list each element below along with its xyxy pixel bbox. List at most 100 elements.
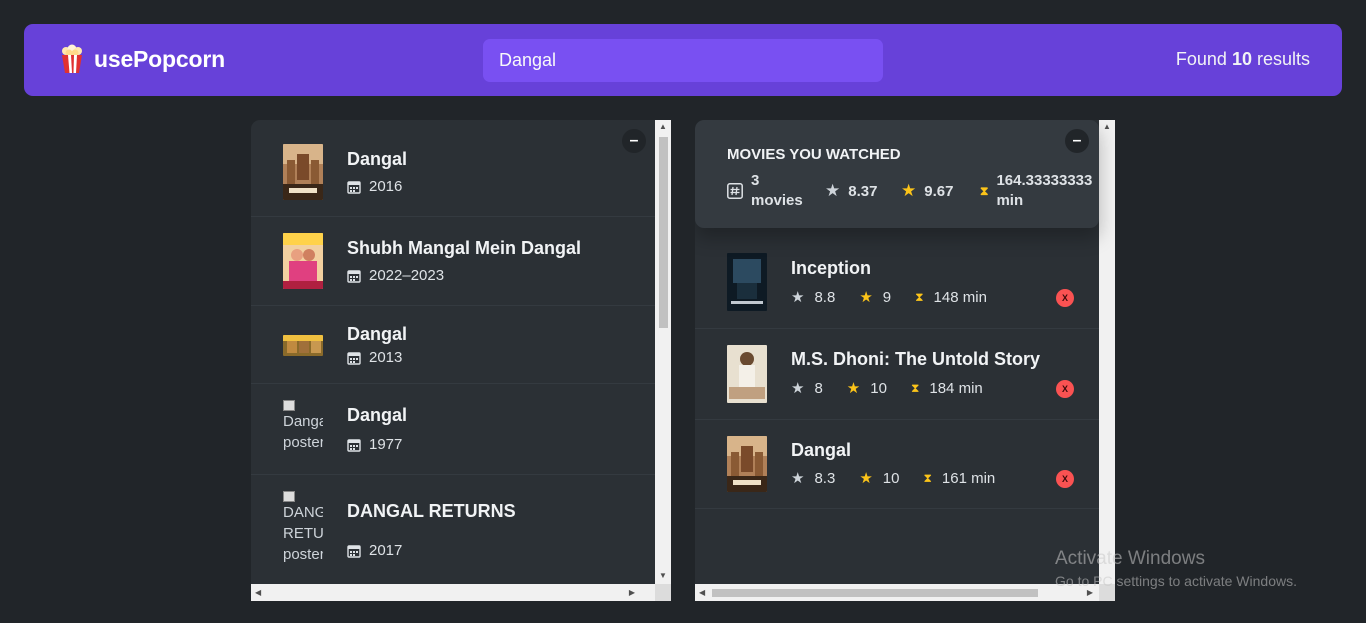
movie-poster-broken: Dangal poster <box>283 400 323 453</box>
movie-year-text: 2016 <box>369 178 403 195</box>
calendar-icon <box>347 438 361 452</box>
summary-count-value: 3 <box>751 172 760 189</box>
watched-item[interactable]: M.S. Dhoni: The Untold Story ★ 8 ★ 10 ⧗ 184… <box>695 329 1099 420</box>
imdb-rating: 8 <box>814 379 823 397</box>
movie-year: 2022–2023 <box>347 267 444 284</box>
vertical-scrollbar[interactable]: ▲ <box>1099 120 1115 584</box>
watched-stats: ★ 8.3 ★ 10 ⧗ 161 min <box>791 469 1019 488</box>
summary-user-rating: ★ 9.67 <box>901 181 953 201</box>
summary-imdb-value: 8.37 <box>848 182 878 200</box>
scrollbar-thumb[interactable] <box>659 137 668 328</box>
search-input[interactable] <box>483 39 883 82</box>
movie-title: Shubh Mangal Mein Dangal <box>347 238 582 258</box>
scroll-down-arrow-icon[interactable]: ▼ <box>659 572 667 580</box>
movie-title: Dangal <box>347 324 408 344</box>
vertical-scrollbar[interactable]: ▲ ▼ <box>655 120 671 584</box>
summary-user-value: 9.67 <box>924 182 954 200</box>
scrollbar-corner <box>655 584 671 601</box>
delete-button[interactable]: X <box>1056 289 1074 307</box>
list-item[interactable]: Dangal 2013 <box>251 306 655 384</box>
poster-alt-text: poster <box>283 546 323 563</box>
scroll-right-arrow-icon[interactable]: ▶ <box>629 589 635 597</box>
summary-heading: Movies you watched <box>727 146 901 163</box>
list-item[interactable]: Shubh Mangal Mein Dangal 2022–2023 <box>251 217 655 306</box>
glowing-star-icon: ★ <box>901 181 917 200</box>
user-rating: 10 <box>870 379 887 397</box>
results-count: Found 10 results <box>1176 49 1310 70</box>
poster-alt-text: RETURNS <box>283 525 323 542</box>
calendar-icon <box>347 180 361 194</box>
runtime: 148 min <box>933 288 987 306</box>
hourglass-icon: ⧗ <box>923 470 932 485</box>
movie-poster <box>283 233 323 289</box>
movie-year: 2013 <box>347 349 402 366</box>
watched-item[interactable]: Dangal ★ 8.3 ★ 10 ⧗ 161 min X <box>695 420 1099 509</box>
watched-stats: ★ 8.8 ★ 9 ⧗ 148 min <box>791 288 1011 307</box>
movie-year-text: 2017 <box>369 542 403 559</box>
broken-image-icon <box>283 491 295 502</box>
movie-poster-broken: DANGAL RETURNS poster <box>283 491 323 565</box>
watched-title: M.S. Dhoni: The Untold Story <box>791 349 1040 369</box>
list-item[interactable]: DANGAL RETURNS poster DANGAL RETURNS 201… <box>251 475 655 585</box>
calendar-icon <box>347 351 361 365</box>
scroll-up-arrow-icon[interactable]: ▲ <box>659 123 667 131</box>
results-prefix: Found <box>1175 49 1227 69</box>
activate-windows-subtitle: Go to PC settings to activate Windows. <box>1055 573 1297 589</box>
runtime: 184 min <box>929 379 983 397</box>
watched-stats: ★ 8 ★ 10 ⧗ 184 min <box>791 379 1007 398</box>
horizontal-scrollbar[interactable]: ◀ ▶ <box>251 584 655 601</box>
star-icon: ★ <box>791 289 805 306</box>
movie-title: DANGAL RETURNS <box>347 501 516 521</box>
movie-year: 2017 <box>347 542 402 559</box>
movie-poster <box>727 253 767 311</box>
watched-box: Movies you watched 3 movies ★ 8.37 ★ 9.67… <box>695 120 1115 601</box>
toggle-watched-button[interactable]: – <box>1065 129 1089 153</box>
delete-button[interactable]: X <box>1056 380 1074 398</box>
logo-text: usePopcorn <box>94 45 225 72</box>
scrollbar-thumb[interactable] <box>712 589 1038 597</box>
star-icon: ★ <box>791 470 805 487</box>
movie-poster <box>283 335 323 356</box>
horizontal-scrollbar[interactable]: ◀ ▶ <box>695 584 1099 601</box>
summary-runtime-value: 164.33333333 <box>996 172 1093 189</box>
search-results-box: – Dangal 2016 Shubh Mangal Mein Dangal 2… <box>251 120 671 601</box>
calendar-icon <box>347 269 361 283</box>
results-number: 10 <box>1231 49 1252 69</box>
star-icon: ★ <box>791 380 805 397</box>
movie-list: Dangal 2016 Shubh Mangal Mein Dangal 202… <box>251 120 655 585</box>
broken-image-icon <box>283 400 295 411</box>
scroll-right-arrow-icon[interactable]: ▶ <box>1087 589 1093 597</box>
scroll-left-arrow-icon[interactable]: ◀ <box>255 589 261 597</box>
summary-runtime: ⧗ 164.33333333 min <box>980 171 1092 211</box>
list-item[interactable]: Dangal 2016 <box>251 120 655 217</box>
poster-alt-text: Dangal <box>283 413 323 430</box>
list-item[interactable]: Dangal poster Dangal 1977 <box>251 384 655 475</box>
glowing-star-icon: ★ <box>859 470 873 487</box>
watched-item[interactable]: Inception ★ 8.8 ★ 9 ⧗ 148 min X <box>695 238 1099 329</box>
watched-title: Inception <box>791 258 871 278</box>
toggle-results-button[interactable]: – <box>622 129 646 153</box>
user-rating: 9 <box>882 288 892 306</box>
calendar-icon <box>347 544 361 558</box>
movie-poster <box>727 345 767 403</box>
glowing-star-icon: ★ <box>859 289 873 306</box>
movie-year-text: 2022–2023 <box>369 267 445 284</box>
summary-movies-count: 3 movies <box>727 171 803 211</box>
movie-poster <box>283 144 323 200</box>
delete-button[interactable]: X <box>1056 470 1074 488</box>
summary-imdb-rating: ★ 8.37 <box>825 181 877 201</box>
scroll-left-arrow-icon[interactable]: ◀ <box>699 589 705 597</box>
user-rating: 10 <box>882 469 900 487</box>
poster-alt-text: poster <box>283 434 323 451</box>
imdb-rating: 8.3 <box>814 469 836 487</box>
star-icon: ★ <box>825 181 841 200</box>
navbar: usePopcorn Found 10 results <box>24 24 1342 96</box>
popcorn-icon <box>62 44 82 73</box>
scroll-up-arrow-icon[interactable]: ▲ <box>1103 123 1111 131</box>
logo: usePopcorn <box>60 44 225 74</box>
movie-year: 2016 <box>347 178 402 195</box>
glowing-star-icon: ★ <box>846 380 861 397</box>
movie-year-text: 1977 <box>369 436 403 453</box>
hourglass-icon: ⧗ <box>915 289 924 304</box>
summary-count-label: movies <box>751 192 803 209</box>
